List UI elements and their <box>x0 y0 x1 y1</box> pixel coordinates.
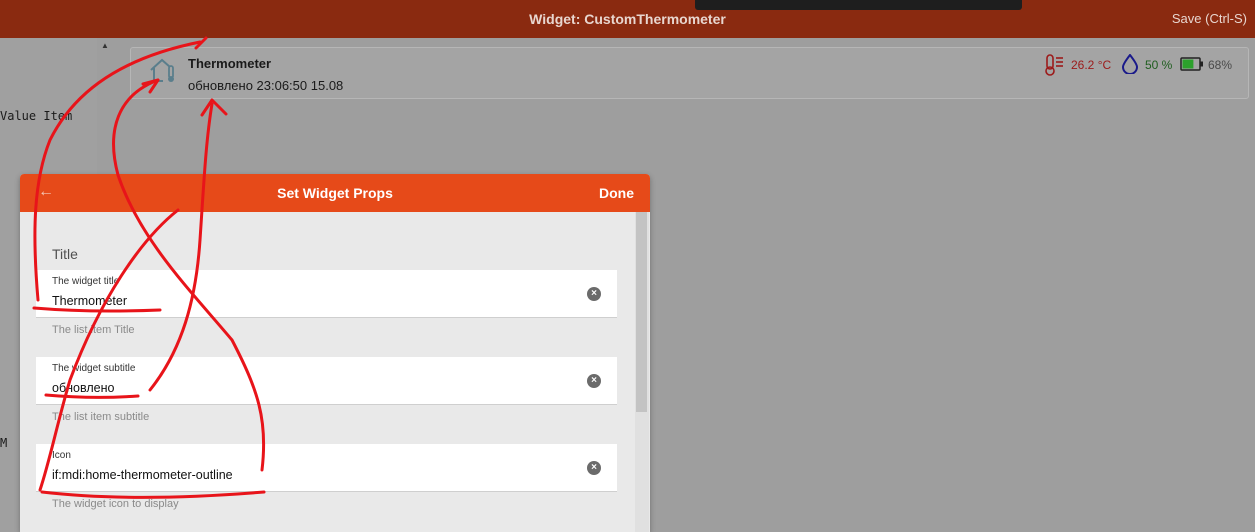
field-help-text: The list item Title <box>52 324 135 336</box>
section-title: Title <box>52 246 78 262</box>
field-label: Icon <box>52 450 71 461</box>
arrow-annotation <box>200 98 228 117</box>
dialog-scrollbar[interactable] <box>635 212 649 532</box>
widget-title-field[interactable]: The widget title Thermometer × <box>36 270 617 318</box>
editor-topbar: Widget: CustomThermometer Save (Ctrl-S) <box>0 0 1255 38</box>
temperature-value: 26.2 °C <box>1071 58 1112 72</box>
field-help-text: The list item subtitle <box>52 411 150 423</box>
clear-icon[interactable]: × <box>587 287 601 301</box>
battery-icon <box>1180 57 1203 71</box>
scrollbar-thumb[interactable] <box>636 212 647 412</box>
dialog-title: Set Widget Props <box>277 185 393 201</box>
code-line: Value Item <box>0 109 73 123</box>
widget-subtitle-input[interactable]: обновлено <box>52 381 114 395</box>
thermometer-icon <box>1045 54 1063 76</box>
widget-preview-card: Thermometer обновлено 23:06:50 15.08 26.… <box>130 47 1249 99</box>
widget-subtitle-field[interactable]: The widget subtitle обновлено × <box>36 357 617 405</box>
set-widget-props-dialog: ← Set Widget Props Done Title The widget… <box>20 174 650 532</box>
code-line: M <box>0 436 8 450</box>
clear-icon[interactable]: × <box>587 461 601 475</box>
dark-popup-strip <box>695 0 1022 10</box>
dialog-header: ← Set Widget Props Done <box>20 174 650 212</box>
preview-title: Thermometer <box>188 56 272 71</box>
done-button[interactable]: Done <box>599 185 634 201</box>
clear-icon[interactable]: × <box>587 374 601 388</box>
field-help-text: The widget icon to display <box>52 498 179 510</box>
humidity-value: 50 % <box>1145 58 1173 72</box>
save-button[interactable]: Save (Ctrl-S) <box>1172 11 1247 26</box>
editor-title: Widget: CustomThermometer <box>529 11 726 27</box>
home-thermometer-outline-icon <box>150 58 174 82</box>
scroll-up-arrow-icon[interactable]: ▲ <box>101 41 109 50</box>
water-drop-icon <box>1122 54 1138 74</box>
widget-icon-input[interactable]: if:mdi:home-thermometer-outline <box>52 468 233 482</box>
field-label: The widget title <box>52 276 120 287</box>
widget-title-input[interactable]: Thermometer <box>52 294 127 308</box>
field-label: The widget subtitle <box>52 363 136 374</box>
battery-value: 68% <box>1208 58 1233 72</box>
widget-icon-field[interactable]: Icon if:mdi:home-thermometer-outline × <box>36 444 617 492</box>
preview-subtitle: обновлено 23:06:50 15.08 <box>188 78 344 93</box>
